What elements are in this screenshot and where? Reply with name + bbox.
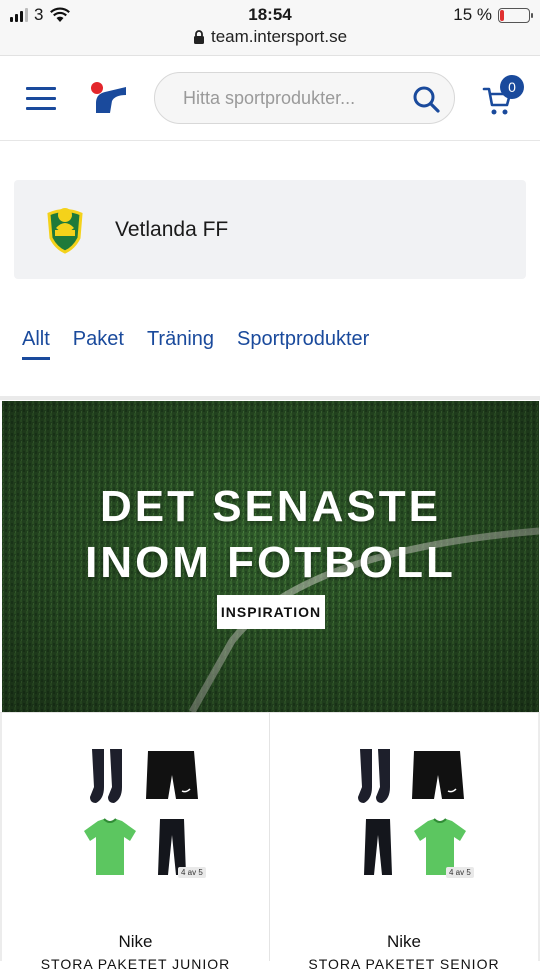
product-grid: 4 av 5 Nike STORA PAKETET JUNIOR 4 av 5 …	[0, 712, 540, 972]
shorts-image	[412, 751, 464, 799]
status-right: 15 %	[453, 5, 533, 25]
url-text: team.intersport.se	[210, 27, 348, 46]
club-crest-logo	[47, 208, 83, 254]
product-card[interactable]: 4 av 5 Nike STORA PAKETET SENIOR	[270, 713, 540, 972]
banner-heading-line1: DET SENASTE	[99, 482, 442, 531]
banner-heading: DET SENASTE INOM FOTBOLL	[2, 479, 539, 591]
variant-count-badge: 4 av 5	[446, 867, 474, 878]
club-card[interactable]: Vetlanda FF	[14, 180, 526, 279]
socks-image	[358, 749, 390, 803]
battery-percentage: 15 %	[453, 5, 492, 24]
shirt-image	[84, 818, 136, 875]
product-name: STORA PAKETET SENIOR	[308, 956, 500, 972]
product-card[interactable]: 4 av 5 Nike STORA PAKETET JUNIOR	[0, 713, 270, 972]
section-divider	[0, 396, 540, 400]
search-bar[interactable]	[154, 72, 455, 124]
variant-count-badge: 4 av 5	[178, 867, 206, 878]
category-tabs: Allt Paket Träning Sportprodukter	[22, 328, 369, 360]
lock-icon	[193, 29, 204, 44]
pants-image	[364, 819, 392, 875]
address-bar[interactable]: team.intersport.se	[0, 27, 540, 47]
product-brand: Nike	[118, 932, 153, 951]
tab-traning[interactable]: Träning	[147, 328, 214, 360]
status-bar: 3 18:54 15 % team.intersport.se	[0, 0, 540, 56]
product-name: STORA PAKETET JUNIOR	[40, 956, 231, 972]
tab-paket[interactable]: Paket	[73, 328, 124, 360]
cart-button[interactable]: 0	[482, 75, 526, 119]
site-header: 0	[0, 57, 540, 141]
product-brand: Nike	[386, 932, 421, 951]
battery-icon	[498, 7, 533, 23]
tab-sportprodukter[interactable]: Sportprodukter	[237, 328, 369, 360]
shorts-image	[146, 751, 198, 799]
intersport-logo[interactable]	[88, 81, 128, 115]
banner-heading-line2: INOM FOTBOLL	[85, 538, 456, 587]
promo-banner[interactable]: DET SENASTE INOM FOTBOLL INSPIRATION	[2, 401, 539, 712]
menu-icon[interactable]	[26, 85, 58, 111]
search-icon[interactable]	[412, 85, 440, 113]
club-name: Vetlanda FF	[115, 218, 229, 241]
tab-allt[interactable]: Allt	[22, 328, 50, 360]
inspiration-button[interactable]: INSPIRATION	[217, 595, 325, 629]
socks-image	[90, 749, 122, 803]
cart-count-badge: 0	[500, 75, 524, 99]
search-input[interactable]	[183, 73, 413, 123]
